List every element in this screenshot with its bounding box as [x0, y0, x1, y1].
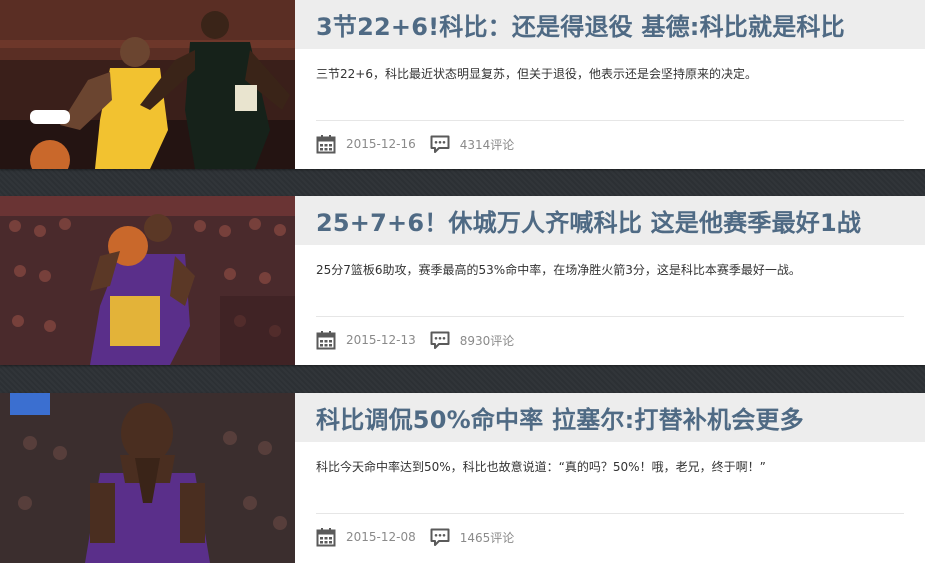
article-thumbnail[interactable]: [0, 393, 295, 563]
article-card[interactable]: 3节22+6!科比：还是得退役 基德:科比就是科比 三节22+6，科比最近状态明…: [0, 0, 925, 169]
article-title-bar: 25+7+6！休城万人齐喊科比 这是他赛季最好1战: [295, 196, 925, 245]
article-meta: 2015-12-16 4314评论: [316, 134, 514, 154]
calendar-icon: [316, 331, 336, 350]
article-meta: 2015-12-13 8930评论: [316, 330, 514, 350]
article-summary: 三节22+6，科比最近状态明显复苏，但关于退役，他表示还是会坚持原来的决定。: [316, 67, 757, 81]
comment-count[interactable]: 8930评论: [460, 332, 515, 349]
article-feed: 3节22+6!科比：还是得退役 基德:科比就是科比 三节22+6，科比最近状态明…: [0, 0, 925, 563]
article-title[interactable]: 3节22+6!科比：还是得退役 基德:科比就是科比: [316, 7, 845, 42]
player-photo-icon: [0, 393, 295, 563]
comment-bubble-icon[interactable]: [430, 527, 450, 547]
article-date: 2015-12-16: [346, 137, 416, 151]
article-summary: 科比今天命中率达到50%，科比也故意说道：“真的吗？50%！哦，老兄，终于啊！”: [316, 460, 766, 474]
player-photo-icon: [0, 0, 295, 169]
article-title[interactable]: 25+7+6！休城万人齐喊科比 这是他赛季最好1战: [316, 203, 861, 238]
article-card[interactable]: 科比调侃50%命中率 拉塞尔:打替补机会更多 科比今天命中率达到50%，科比也故…: [0, 393, 925, 563]
comment-count[interactable]: 4314评论: [460, 136, 515, 153]
player-photo-icon: [0, 196, 295, 365]
article-title[interactable]: 科比调侃50%命中率 拉塞尔:打替补机会更多: [316, 400, 804, 435]
article-summary: 25分7篮板6助攻，赛季最高的53%命中率，在场净胜火箭3分，这是科比本赛季最好…: [316, 263, 801, 277]
article-date: 2015-12-08: [346, 530, 416, 544]
comment-count[interactable]: 1465评论: [460, 529, 515, 546]
article-card[interactable]: 25+7+6！休城万人齐喊科比 这是他赛季最好1战 25分7篮板6助攻，赛季最高…: [0, 196, 925, 365]
calendar-icon: [316, 528, 336, 547]
comment-bubble-icon[interactable]: [430, 134, 450, 154]
article-thumbnail[interactable]: [0, 196, 295, 365]
calendar-icon: [316, 135, 336, 154]
article-title-bar: 科比调侃50%命中率 拉塞尔:打替补机会更多: [295, 393, 925, 442]
divider: [316, 316, 904, 317]
article-title-bar: 3节22+6!科比：还是得退役 基德:科比就是科比: [295, 0, 925, 49]
divider: [316, 120, 904, 121]
divider: [316, 513, 904, 514]
article-thumbnail[interactable]: [0, 0, 295, 169]
comment-bubble-icon[interactable]: [430, 330, 450, 350]
article-body: 25+7+6！休城万人齐喊科比 这是他赛季最好1战 25分7篮板6助攻，赛季最高…: [295, 196, 925, 365]
article-date: 2015-12-13: [346, 333, 416, 347]
article-meta: 2015-12-08 1465评论: [316, 527, 514, 547]
article-body: 科比调侃50%命中率 拉塞尔:打替补机会更多 科比今天命中率达到50%，科比也故…: [295, 393, 925, 563]
article-body: 3节22+6!科比：还是得退役 基德:科比就是科比 三节22+6，科比最近状态明…: [295, 0, 925, 169]
